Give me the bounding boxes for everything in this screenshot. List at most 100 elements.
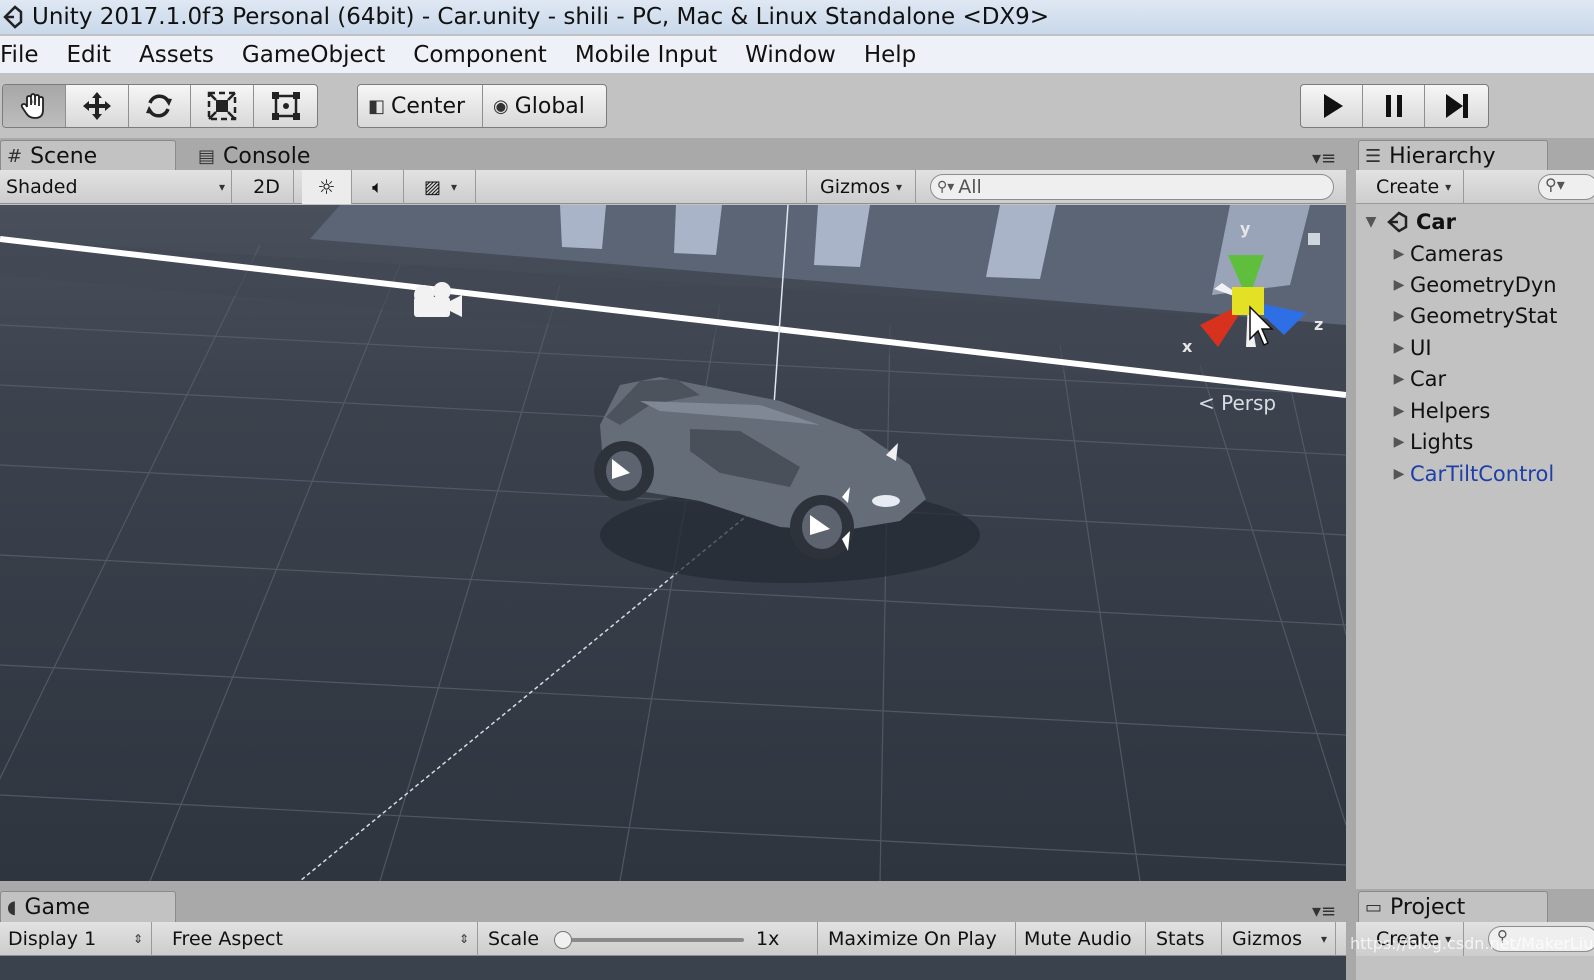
pane-menu-icon[interactable]: ▾≡ [1312,148,1336,169]
projection-label[interactable]: < Persp [1198,391,1276,415]
hierarchy-item[interactable]: ▶ Cameras [1388,239,1504,269]
scene-lighting-toggle[interactable]: ☼ [302,170,352,204]
scene-viewport[interactable]: y x z < Persp [0,205,1346,881]
gizmos-label: Gizmos [819,176,890,198]
pivot-center-icon: ◧ [368,95,386,117]
pivot-center-button[interactable]: ◧ Center [358,85,483,127]
game-viewport[interactable] [0,956,1346,980]
chevron-down-icon: ▾ [218,180,225,194]
tab-hierarchy[interactable]: ☰ Hierarchy [1358,140,1548,172]
menu-mobile-input[interactable]: Mobile Input [561,42,731,68]
hierarchy-search-input[interactable]: ⚲▾ [1538,174,1594,200]
menu-window[interactable]: Window [731,42,850,68]
hierarchy-item[interactable]: ▶ UI [1388,333,1432,363]
unity-scene-icon [1387,211,1408,233]
mute-audio-toggle[interactable]: Mute Audio [1016,922,1146,956]
menu-component[interactable]: Component [399,42,561,68]
expand-arrow-icon[interactable]: ▶ [1388,277,1410,293]
watermark-text: https://blog.csdn.net/MakerLiu [1350,934,1594,953]
horizontal-splitter[interactable] [0,881,1346,889]
hand-tool-button[interactable] [3,85,66,127]
tab-game-label: Game [24,895,90,920]
stats-toggle[interactable]: Stats [1148,922,1222,956]
hierarchy-item-label: Lights [1410,430,1474,454]
hierarchy-item[interactable]: ▶ Lights [1388,427,1474,457]
game-toolbar: Display 1 ⇕ Free Aspect ⇕ Scale 1x Maxim… [0,922,1346,956]
menu-assets[interactable]: Assets [125,42,228,68]
play-button[interactable] [1301,85,1363,127]
step-icon [1446,94,1468,118]
project-tab-strip: ▭ Project [1356,889,1594,923]
hierarchy-item[interactable]: ▶ Helpers [1388,396,1491,426]
shading-mode-label: Shaded [6,176,78,198]
display-dropdown[interactable]: Display 1 ⇕ [0,922,152,956]
aspect-dropdown[interactable]: Free Aspect ⇕ [164,922,478,956]
scale-slider-track[interactable] [556,938,744,942]
game-gizmos-label: Gizmos [1232,928,1303,950]
rect-tool-button[interactable] [254,85,317,127]
chevron-down-icon: ▾ [450,180,458,194]
expand-arrow-icon[interactable]: ▶ [1388,308,1410,324]
expand-arrow-icon[interactable]: ▶ [1388,340,1410,356]
rect-transform-icon [271,92,300,120]
hierarchy-item[interactable]: ▶ GeometryDyn [1388,270,1557,300]
expand-arrow-icon[interactable]: ▶ [1388,466,1410,482]
rotate-tool-button[interactable] [129,85,192,127]
hierarchy-item-prefab[interactable]: ▶ CarTiltControl [1388,459,1555,489]
lock-icon [1308,233,1320,245]
hierarchy-item-label: GeometryStat [1410,304,1558,328]
step-button[interactable] [1425,85,1487,127]
hierarchy-item[interactable]: ▶ Car [1388,364,1447,394]
tab-project[interactable]: ▭ Project [1358,891,1548,923]
menu-edit[interactable]: Edit [53,42,126,68]
vertical-splitter[interactable] [1346,138,1356,980]
pacman-icon: ◖ [7,897,17,918]
hierarchy-item[interactable]: ▶ GeometryStat [1388,301,1558,331]
expand-arrow-icon[interactable]: ▶ [1388,371,1410,387]
game-gizmos-dropdown[interactable]: Gizmos ▾ [1224,922,1336,956]
tab-console-label: Console [223,143,311,169]
menu-bar: File Edit Assets GameObject Component Mo… [0,36,1594,74]
scene-search-placeholder: All [958,176,982,198]
scene-audio-toggle[interactable]: 🔈︎ [352,170,404,204]
sun-icon: ☼ [317,175,336,199]
play-icon [1323,94,1343,118]
updown-icon: ⇕ [132,932,143,946]
menu-gameobject[interactable]: GameObject [228,42,399,68]
shading-mode-dropdown[interactable]: Shaded ▾ [0,170,232,204]
console-icon: ▤ [198,145,216,167]
move-tool-button[interactable] [66,85,129,127]
window-title: Unity 2017.1.0f3 Personal (64bit) - Car.… [32,4,1050,30]
maximize-label: Maximize On Play [828,928,997,950]
scale-tool-button[interactable] [191,85,255,127]
hierarchy-toolbar: Create ▾ ⚲▾ [1356,170,1594,204]
expand-arrow-icon[interactable]: ▶ [1388,434,1410,450]
pivot-global-button[interactable]: ◉ Global [483,85,606,127]
tab-game[interactable]: ◖ Game [0,891,176,923]
gizmos-dropdown[interactable]: Gizmos ▾ [806,170,916,204]
tab-scene[interactable]: # Scene [0,140,176,172]
hand-icon [20,93,44,119]
expand-arrow-icon[interactable]: ▼ [1360,214,1382,230]
scale-slider-thumb[interactable] [554,931,572,949]
pause-button[interactable] [1363,85,1425,127]
updown-icon: ⇕ [458,932,469,946]
expand-arrow-icon[interactable]: ▶ [1388,246,1410,262]
menu-help[interactable]: Help [850,42,930,68]
chevron-down-icon: ▾ [1445,180,1452,194]
mode-2d-toggle[interactable]: 2D [240,170,294,204]
pane-menu-icon[interactable]: ▾≡ [1312,901,1336,922]
hierarchy-create-label: Create [1376,176,1440,198]
hierarchy-create-dropdown[interactable]: Create ▾ [1364,170,1465,204]
scene-search-input[interactable]: ⚲▾ All [930,174,1334,200]
hierarchy-scene-root[interactable]: ▼ Car [1360,207,1456,237]
expand-arrow-icon[interactable]: ▶ [1388,403,1410,419]
hierarchy-item-label: Cameras [1410,242,1504,266]
scene-effects-dropdown[interactable]: ▨ ▾ [406,170,476,204]
stats-label: Stats [1156,928,1205,950]
maximize-on-play-toggle[interactable]: Maximize On Play [820,922,1016,956]
menu-file[interactable]: File [0,42,53,68]
title-bar: Unity 2017.1.0f3 Personal (64bit) - Car.… [0,0,1594,34]
hierarchy-list: ▼ Car ▶ Cameras ▶ GeometryDyn ▶ Geometry… [1356,205,1594,881]
tab-console[interactable]: ▤ Console [192,140,352,172]
